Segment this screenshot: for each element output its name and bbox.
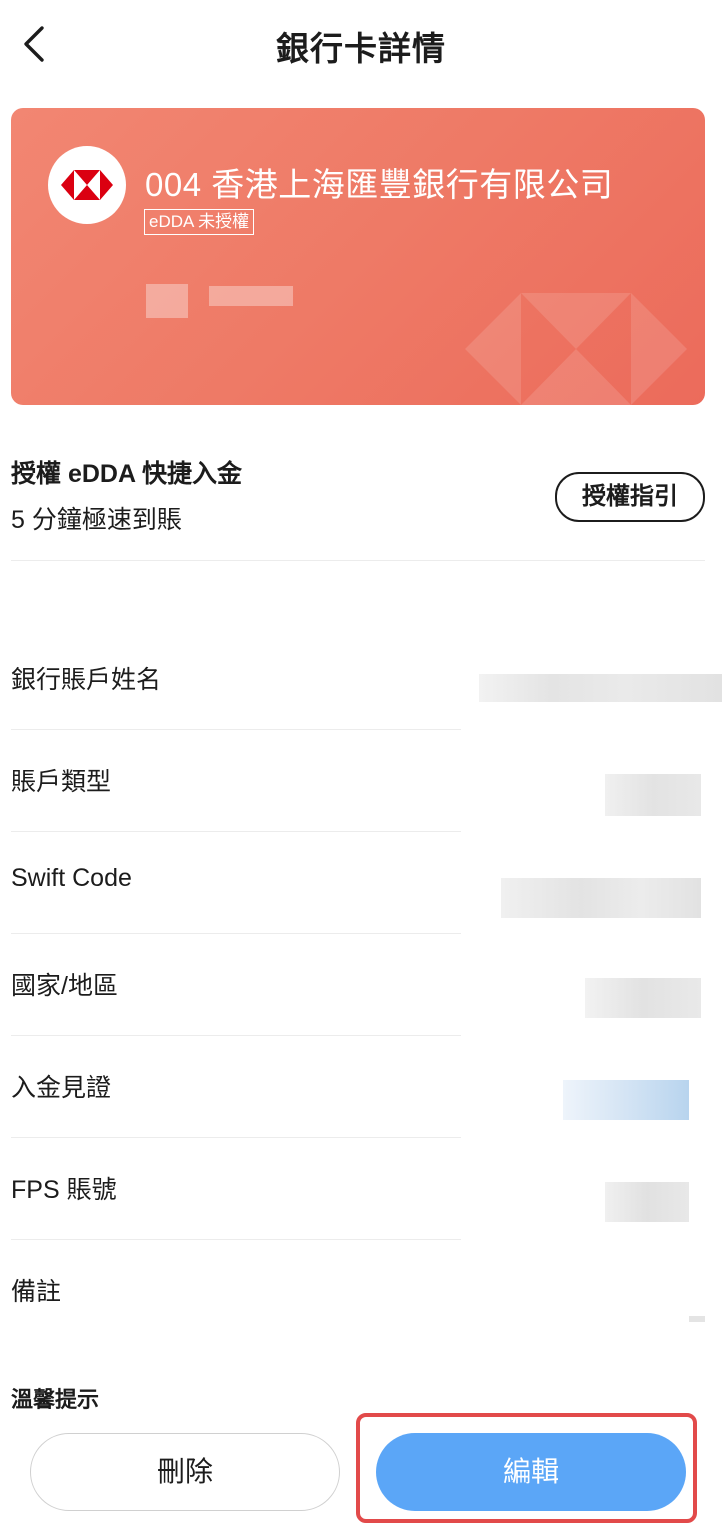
detail-label: FPS 賬號	[11, 1176, 117, 1204]
edda-status-badge: eDDA 未授權	[144, 209, 255, 235]
tips-title: 溫馨提示	[11, 1387, 100, 1412]
hsbc-logo-icon	[61, 170, 113, 200]
detail-row-deposit-proof: 入金見證	[11, 1036, 722, 1138]
detail-row-account-type: 賬戶類型	[11, 730, 722, 832]
masked-value	[605, 774, 701, 816]
masked-account-number	[146, 284, 188, 318]
edit-button[interactable]: 編輯	[376, 1433, 686, 1511]
masked-value	[501, 878, 701, 918]
detail-label: Swift Code	[11, 864, 132, 892]
detail-row-fps-account: FPS 賬號	[11, 1138, 722, 1240]
masked-value	[585, 978, 701, 1018]
detail-row-swift-code: Swift Code	[11, 832, 722, 934]
account-details-list: 銀行賬戶姓名 賬戶類型 Swift Code 國家/地區 入金見證 FPS 賬號…	[11, 628, 722, 1342]
edda-title: 授權 eDDA 快捷入金	[11, 460, 243, 488]
detail-label: 銀行賬戶姓名	[11, 666, 162, 694]
masked-value	[605, 1182, 689, 1222]
bank-card: 004 香港上海匯豐銀行有限公司 eDDA 未授權	[11, 108, 705, 405]
bank-name: 004 香港上海匯豐銀行有限公司	[145, 166, 614, 203]
authorization-guide-button[interactable]: 授權指引	[555, 472, 705, 522]
masked-value	[689, 1316, 705, 1322]
bank-logo	[48, 146, 126, 224]
hsbc-watermark-icon	[465, 293, 687, 405]
masked-value	[563, 1080, 689, 1120]
detail-label: 國家/地區	[11, 972, 118, 1000]
delete-button[interactable]: 刪除	[30, 1433, 340, 1511]
detail-label: 入金見證	[11, 1074, 112, 1102]
detail-row-remarks: 備註	[11, 1240, 722, 1342]
top-bar: 銀行卡詳情	[0, 0, 722, 92]
detail-row-account-name: 銀行賬戶姓名	[11, 628, 722, 730]
masked-value	[479, 674, 722, 702]
detail-row-region: 國家/地區	[11, 934, 722, 1036]
detail-label: 備註	[11, 1278, 62, 1306]
masked-account-number-2	[209, 286, 293, 306]
edda-subtitle: 5 分鐘極速到賬	[11, 506, 182, 534]
page-title: 銀行卡詳情	[276, 30, 446, 67]
edda-section: 授權 eDDA 快捷入金 5 分鐘極速到賬 授權指引	[11, 440, 705, 561]
detail-label: 賬戶類型	[11, 768, 112, 796]
